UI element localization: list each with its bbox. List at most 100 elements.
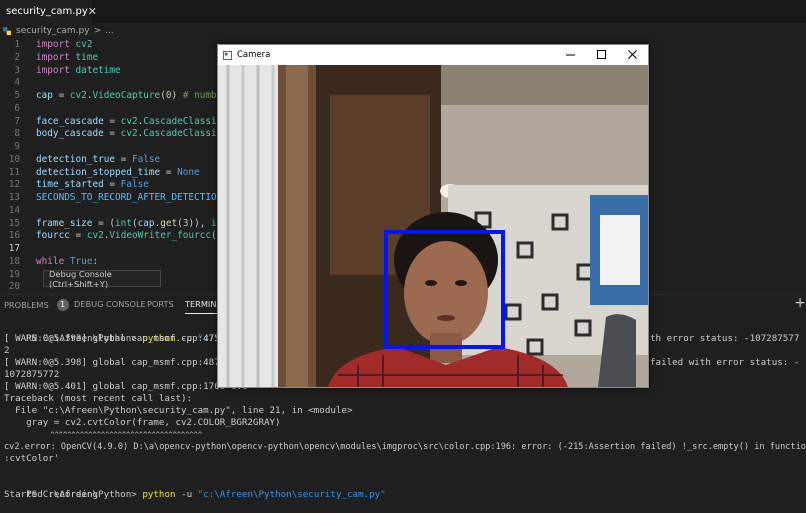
code-token: False (131, 153, 161, 165)
python-file-icon (3, 26, 12, 35)
code-token: int (115, 217, 132, 229)
tab-ports-label: PORTS (147, 299, 174, 309)
breadcrumb-separator: > (93, 26, 102, 36)
problems-count-badge: 1 (56, 299, 69, 311)
code-token: cv2 (69, 90, 87, 101)
terminal-line: cv2.error: OpenCV(4.9.0) D:\a\opencv-pyt… (4, 442, 806, 452)
line-number: 9 (14, 141, 20, 152)
code-text: detection_true = False (36, 153, 160, 166)
tab-debug-console-label: DEBUG CONSOLE (74, 299, 146, 309)
new-terminal-icon[interactable]: + (794, 295, 806, 311)
code-token: = (103, 115, 121, 127)
terminal-line: 1072875772 (4, 369, 60, 380)
tab-security-cam[interactable]: security_cam.py ✕ (0, 0, 97, 23)
code-token: = (160, 166, 178, 178)
close-icon (627, 50, 637, 59)
code-token: )), (188, 217, 212, 229)
line-number: 1 (14, 39, 20, 50)
code-token: None (177, 166, 200, 178)
code-token: while (36, 255, 65, 267)
code-token: ) (171, 90, 183, 101)
code-token: False (120, 179, 149, 191)
code-token: import (36, 39, 70, 50)
debug-console-tooltip: Debug Console (Ctrl+Shift+Y) (43, 269, 161, 289)
code-token: cv2 (86, 230, 104, 242)
code-token: cap (137, 217, 155, 229)
code-text: while True: (36, 255, 98, 268)
code-token: frame_size (36, 217, 93, 229)
terminal-line: :cvtColor' (4, 453, 60, 464)
line-number: 17 (8, 243, 20, 254)
maximize-icon (596, 50, 606, 59)
tab-problems[interactable]: PROBLEMS 1 (4, 299, 69, 311)
camera-title-bar[interactable]: Camera (218, 45, 648, 65)
line-number: 3 (14, 64, 20, 76)
code-token: import (36, 64, 70, 76)
tab-debug-console[interactable]: DEBUG CONSOLE (74, 299, 146, 309)
line-number: 20 (8, 281, 20, 293)
code-token: True (69, 255, 93, 267)
code-token: time_started (36, 179, 104, 191)
line-number: 19 (8, 268, 20, 280)
line-number: 6 (14, 102, 20, 114)
code-text: fourcc = cv2.VideoWriter_fourcc(*" (36, 229, 228, 242)
code-text: time_started = False (36, 178, 149, 191)
code-token: = (103, 128, 121, 140)
line-number: 8 (14, 128, 20, 140)
code-text: face_cascade = cv2.CascadeClassifie (36, 115, 234, 128)
code-token: fourcc (36, 230, 70, 242)
line-number: 12 (8, 179, 20, 191)
code-text: frame_size = (int(cap.get(3)), int( (36, 217, 234, 230)
terminal-line: ^^^^^^^^^^^^^^^^^^^^^^^^^^^^^^^^^^^^ (4, 431, 203, 439)
app-icon (223, 50, 232, 60)
editor-tab-bar: security_cam.py ✕ (0, 0, 806, 23)
camera-feed (218, 65, 648, 387)
camera-window[interactable]: Camera (217, 44, 649, 388)
terminal-line: 2 (4, 345, 10, 356)
code-token: cap (36, 90, 53, 101)
tab-label: security_cam.py (6, 6, 88, 17)
code-token: VideoWriter_fourcc (109, 230, 212, 242)
line-number: 2 (14, 51, 20, 63)
code-token: face_cascade (36, 115, 104, 127)
tab-problems-label: PROBLEMS (4, 300, 49, 310)
code-token: cv2 (75, 39, 93, 50)
code-token: SECONDS_TO_RECORD_AFTER_DETECTION (36, 192, 223, 203)
line-number: 13 (8, 192, 20, 203)
line-number: 5 (14, 90, 20, 101)
maximize-button[interactable] (586, 45, 617, 65)
code-text: import cv2 (36, 38, 92, 51)
line-number: 15 (8, 217, 20, 229)
code-token: import (36, 51, 70, 63)
code-token: = ( (92, 217, 116, 229)
terminal-line: [ WARN:0@5.393] global cap_msmf.cpp:475 … (4, 333, 248, 344)
code-token: detection_true (36, 153, 116, 165)
terminal-line: Started recording (4, 489, 99, 500)
code-token: time (75, 51, 99, 63)
close-button[interactable] (617, 45, 648, 65)
code-token: = (69, 230, 87, 242)
minimize-icon (565, 54, 575, 56)
code-text: cap = cv2.VideoCapture(0) # number (36, 89, 228, 102)
breadcrumb-more[interactable]: ... (105, 26, 114, 36)
code-text: SECONDS_TO_RECORD_AFTER_DETECTION = (36, 191, 234, 204)
line-number: 18 (8, 255, 20, 267)
code-text: body_cascade = cv2.CascadeClassifie (36, 127, 234, 140)
code-token: cv2 (120, 115, 138, 127)
camera-window-title: Camera (237, 50, 271, 60)
code-token: body_cascade (36, 128, 104, 140)
breadcrumb-file[interactable]: security_cam.py (16, 26, 90, 36)
tab-close-icon[interactable]: ✕ (88, 5, 97, 18)
minimize-button[interactable] (555, 45, 586, 65)
code-token: cv2 (120, 128, 138, 140)
terminal-line: Traceback (most recent call last): (4, 393, 193, 404)
terminal-line: PS C:\Afreen\Python> python -u "c:\Afree… (26, 489, 386, 500)
terminal-line-right: th error status: -107287577 (650, 333, 800, 344)
camera-frame-image (218, 65, 648, 387)
code-token: = (103, 179, 121, 191)
tab-ports[interactable]: PORTS (147, 299, 174, 309)
code-text: import time (36, 51, 98, 64)
line-number: 7 (14, 115, 20, 127)
code-token: = (52, 90, 70, 101)
terminal-line: [ WARN:0@5.398] global cap_msmf.cpp:487 … (4, 357, 248, 368)
